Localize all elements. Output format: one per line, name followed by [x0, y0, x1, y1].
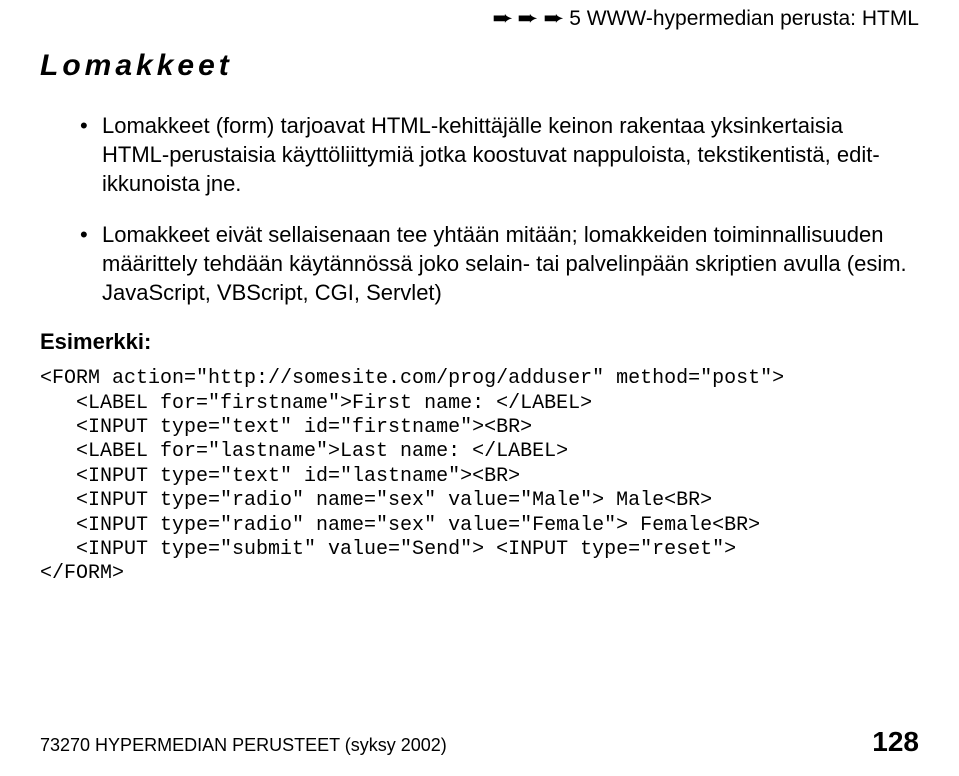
footer: 73270 HYPERMEDIAN PERUSTEET (syksy 2002)… — [40, 726, 919, 758]
breadcrumb: ➨ ➨ ➨ 5 WWW-hypermedian perusta: HTML — [40, 6, 919, 31]
footer-text: 73270 HYPERMEDIAN PERUSTEET (syksy 2002) — [40, 735, 447, 756]
code-block: <FORM action="http://somesite.com/prog/a… — [40, 367, 919, 587]
list-item: Lomakkeet eivät sellaisenaan tee yhtään … — [80, 220, 909, 307]
section-title: Lomakkeet — [40, 49, 919, 83]
arrow-right-icon: ➨ — [492, 6, 513, 31]
page-container: ➨ ➨ ➨ 5 WWW-hypermedian perusta: HTML Lo… — [0, 0, 959, 776]
bullet-text: Lomakkeet eivät sellaisenaan tee yhtään … — [102, 222, 907, 305]
bullet-text: Lomakkeet (form) tarjoavat HTML-kehittäj… — [102, 113, 880, 196]
breadcrumb-text: 5 WWW-hypermedian perusta: HTML — [569, 7, 919, 30]
arrow-right-icon: ➨ — [543, 6, 564, 31]
arrow-right-icon: ➨ — [518, 6, 539, 31]
list-item: Lomakkeet (form) tarjoavat HTML-kehittäj… — [80, 111, 909, 198]
example-heading: Esimerkki: — [40, 329, 919, 355]
bullet-list: Lomakkeet (form) tarjoavat HTML-kehittäj… — [80, 111, 909, 307]
page-number: 128 — [872, 726, 919, 758]
